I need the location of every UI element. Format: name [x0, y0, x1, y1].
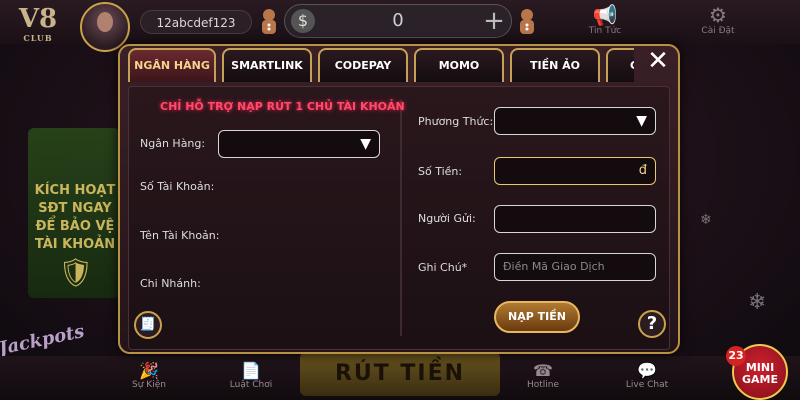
gingerbread-decoration-icon: [516, 8, 538, 36]
sender-input[interactable]: [494, 205, 656, 233]
settings-label: Cài Đặt: [701, 26, 735, 36]
nav-events-label: Sự Kiện: [132, 380, 166, 390]
chevron-down-icon: ▼: [360, 136, 371, 152]
amount-label: Số Tiền:: [418, 165, 463, 178]
chat-icon: 💬: [637, 361, 657, 380]
nav-live-chat[interactable]: 💬 Live Chat: [612, 361, 682, 391]
settings-button[interactable]: ⚙ Cài Đặt: [688, 4, 748, 42]
snowflake-icon: ❄: [748, 290, 767, 315]
balance-amount: 0: [392, 10, 404, 31]
tab-crypto[interactable]: TIỀN ẢO: [510, 48, 600, 82]
currency-suffix: đ: [638, 163, 647, 178]
gingerbread-decoration-icon: [258, 8, 280, 36]
party-popper-icon: 🎉: [139, 361, 159, 380]
note-label: Ghi Chú*: [418, 261, 468, 274]
branch-label: Chi Nhánh:: [140, 277, 201, 290]
tab-more[interactable]: G: [606, 48, 634, 82]
username-display: 12abcdef123: [140, 10, 252, 34]
chevron-down-icon: ▼: [636, 113, 647, 129]
account-name-label: Tên Tài Khoản:: [140, 229, 220, 242]
account-number-label: Số Tài Khoản:: [140, 180, 215, 193]
nav-hotline[interactable]: ☎ Hotline: [508, 361, 578, 391]
nav-hotline-label: Hotline: [526, 380, 560, 390]
phone-icon: ☎: [533, 361, 553, 380]
nav-events[interactable]: 🎉 Sự Kiện: [114, 361, 184, 391]
note-input[interactable]: Điền Mã Giao Dịch: [494, 253, 656, 281]
withdraw-banner[interactable]: RÚT TIỀN: [300, 352, 500, 396]
history-button[interactable]: 🧾: [134, 311, 162, 339]
rulebook-icon: 📄: [241, 361, 261, 380]
shield-icon: 🛡: [58, 256, 94, 289]
tab-codepay[interactable]: CODEPAY: [318, 48, 408, 82]
tab-bank[interactable]: NGÂN HÀNG: [128, 48, 216, 82]
amount-input[interactable]: đ: [494, 157, 656, 185]
news-label: Tin Tức: [588, 26, 622, 36]
add-funds-plus-icon[interactable]: +: [481, 8, 507, 34]
help-button[interactable]: ?: [638, 310, 666, 338]
receipt-icon: 🧾: [139, 317, 157, 332]
mini-game-count-badge: 23: [726, 346, 746, 366]
nav-rules[interactable]: 📄 Luật Chơi: [216, 361, 286, 391]
deposit-button[interactable]: NẠP TIỀN: [494, 301, 580, 333]
method-label: Phương Thức:: [418, 115, 494, 128]
megaphone-icon: 📢: [592, 3, 618, 27]
column-divider: [400, 100, 402, 336]
method-select[interactable]: ▼: [494, 107, 656, 135]
payment-tabs: NGÂN HÀNG SMARTLINK CODEPAY MOMO TIỀN ẢO…: [126, 48, 634, 86]
close-button[interactable]: ✕: [638, 44, 678, 78]
news-button[interactable]: 📢 Tin Tức: [575, 4, 635, 42]
snowflake-icon: ❄: [700, 212, 712, 228]
balance-box: $ 0 +: [284, 4, 512, 38]
avatar[interactable]: [80, 2, 130, 52]
one-account-notice: CHỈ HỖ TRỢ NẠP RÚT 1 CHỦ TÀI KHOẢN: [160, 100, 405, 113]
bank-select[interactable]: ▼: [218, 130, 380, 158]
bank-label: Ngân Hàng:: [140, 137, 206, 150]
sender-label: Người Gửi:: [418, 212, 476, 225]
tab-smartlink[interactable]: SMARTLINK: [222, 48, 312, 82]
promo-text: KÍCH HOẠT SĐT NGAY ĐỂ BẢO VỆ TÀI KHOẢN: [34, 183, 116, 252]
nav-rules-label: Luật Chơi: [229, 380, 273, 390]
gear-icon: ⚙: [709, 3, 727, 27]
app-logo: V8 CLUB: [18, 4, 58, 43]
tab-momo[interactable]: MOMO: [414, 48, 504, 82]
phone-activation-promo[interactable]: KÍCH HOẠT SĐT NGAY ĐỂ BẢO VỆ TÀI KHOẢN 🛡: [28, 128, 120, 298]
close-icon: ✕: [647, 46, 669, 76]
note-placeholder: Điền Mã Giao Dịch: [503, 260, 605, 273]
nav-live-chat-label: Live Chat: [625, 380, 669, 390]
dollar-icon: $: [291, 9, 315, 33]
